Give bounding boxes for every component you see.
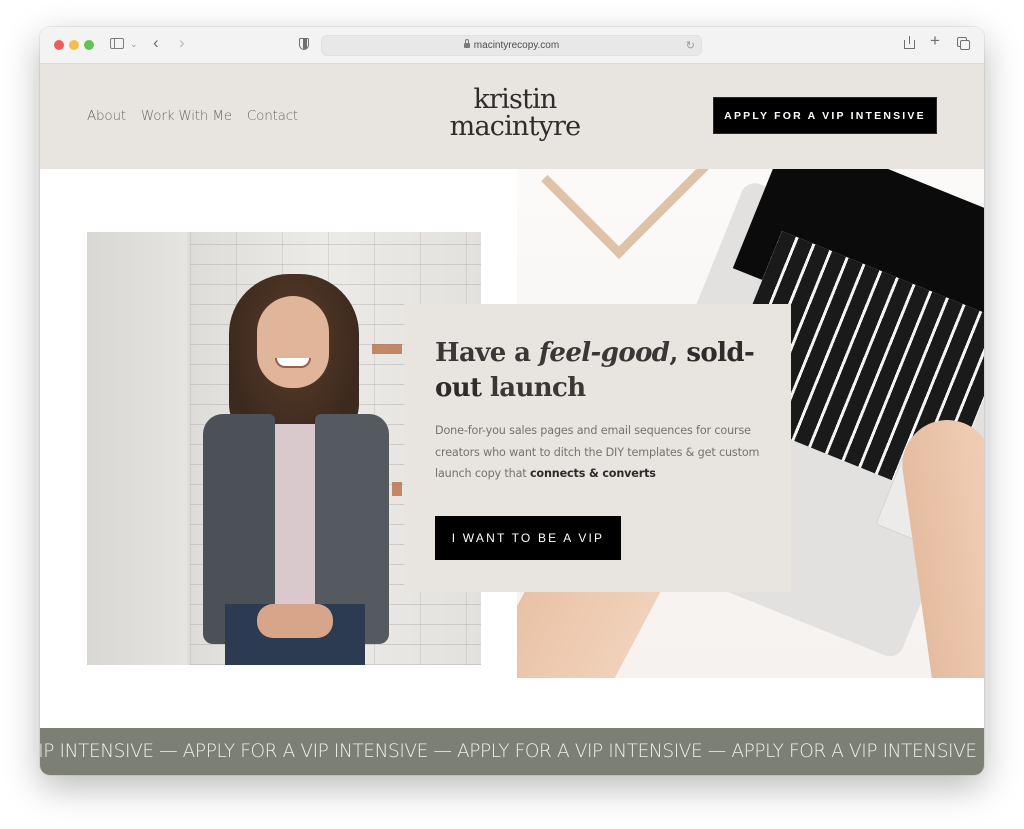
chevron-down-icon[interactable]: ⌄ bbox=[130, 37, 138, 51]
plus-icon[interactable]: + bbox=[930, 32, 940, 49]
headline-text: launch bbox=[481, 373, 586, 403]
smile bbox=[275, 358, 311, 368]
headline-bold: out bbox=[435, 373, 482, 403]
headline-italic: feel-good bbox=[538, 338, 670, 368]
url-display: macintyrecopy.com bbox=[322, 39, 701, 51]
headline-bold: sold- bbox=[686, 338, 755, 368]
site-logo[interactable]: kristin macintyre bbox=[435, 86, 595, 140]
reload-icon[interactable]: ↻ bbox=[686, 39, 695, 52]
nav-work-with-me[interactable]: Work With Me bbox=[141, 108, 232, 124]
hands bbox=[257, 604, 333, 638]
lock-icon bbox=[463, 39, 470, 48]
i-want-to-be-a-vip-button[interactable]: I WANT TO BE A VIP bbox=[435, 516, 621, 560]
headline-text: Have a bbox=[435, 338, 539, 368]
face bbox=[257, 296, 329, 388]
hero-headline: Have a feel-good, sold-out launch bbox=[435, 336, 775, 406]
address-bar[interactable]: macintyrecopy.com ↻ bbox=[321, 35, 702, 56]
sidebar-icon[interactable] bbox=[110, 38, 124, 49]
site-header: About Work With Me Contact kristin macin… bbox=[40, 64, 984, 169]
scrolling-banner[interactable]: VIP INTENSIVE — APPLY FOR A VIP INTENSIV… bbox=[40, 728, 984, 775]
hero-card: Have a feel-good, sold-out launch Done-f… bbox=[404, 304, 791, 592]
clipboard-edge bbox=[541, 169, 726, 259]
hero-subtext: Done-for-you sales pages and email seque… bbox=[435, 420, 770, 485]
nav-contact[interactable]: Contact bbox=[247, 108, 298, 124]
zoom-window-button[interactable] bbox=[84, 40, 94, 50]
tabs-icon[interactable] bbox=[957, 37, 970, 50]
chevron-right-icon[interactable]: › bbox=[179, 34, 185, 51]
logo-line-2: macintyre bbox=[449, 111, 581, 142]
url-text: macintyrecopy.com bbox=[473, 40, 560, 51]
shield-icon[interactable] bbox=[299, 38, 309, 50]
woman-figure bbox=[195, 274, 395, 665]
apply-vip-intensive-button[interactable]: APPLY FOR A VIP INTENSIVE bbox=[713, 97, 937, 134]
subtext-bold: connects & converts bbox=[529, 467, 656, 480]
browser-toolbar: ⌄ ‹ › macintyrecopy.com ↻ + bbox=[40, 27, 984, 64]
main-nav: About Work With Me Contact bbox=[87, 108, 298, 124]
logo-line-1: kristin bbox=[473, 84, 557, 115]
nav-about[interactable]: About bbox=[87, 108, 126, 124]
browser-window: ⌄ ‹ › macintyrecopy.com ↻ + About Work W… bbox=[40, 27, 984, 775]
banner-text: VIP INTENSIVE — APPLY FOR A VIP INTENSIV… bbox=[40, 741, 977, 762]
hero-section: Have a feel-good, sold-out launch Done-f… bbox=[40, 169, 984, 728]
minimize-window-button[interactable] bbox=[69, 40, 79, 50]
headline-text: , bbox=[669, 338, 687, 368]
chevron-left-icon[interactable]: ‹ bbox=[153, 34, 159, 51]
share-icon[interactable] bbox=[904, 36, 915, 49]
close-window-button[interactable] bbox=[54, 40, 64, 50]
